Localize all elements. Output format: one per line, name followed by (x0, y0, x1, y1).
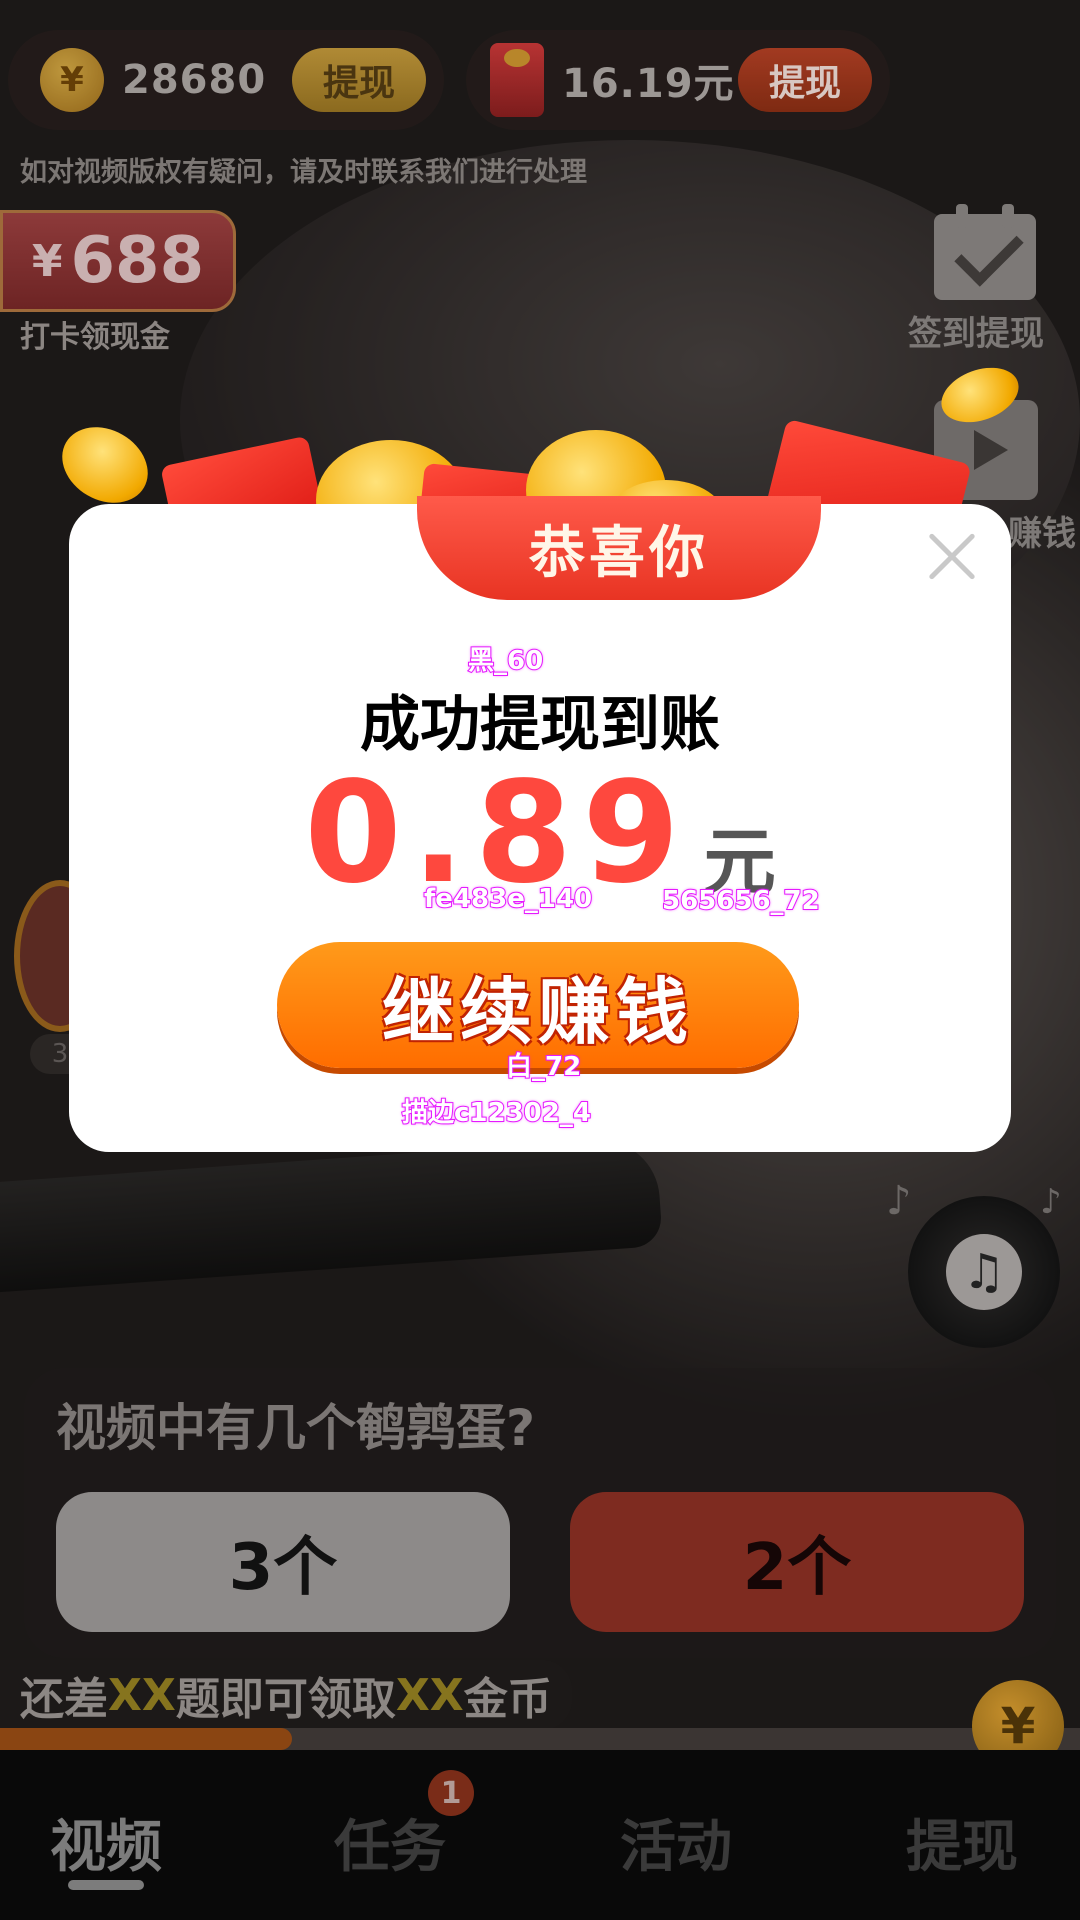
coin-balance-pill: ¥ 28680 提现 (8, 30, 444, 130)
close-icon[interactable] (925, 530, 977, 582)
progress-hint: 还差 XX 题即可领取 XX 金币 (0, 1660, 572, 1730)
progress-middle: 题即可领取 (175, 1674, 396, 1725)
checkin-cash-badge[interactable]: ¥ 688 (0, 210, 236, 312)
progress-fill (0, 1728, 292, 1750)
coin-withdraw-button[interactable]: 提现 (292, 48, 426, 112)
amount-row: 0.89 元 (69, 764, 1011, 904)
progress-bar (0, 1728, 1080, 1750)
signin-withdraw-label[interactable]: 签到提现 (908, 306, 1044, 355)
quiz-option-a[interactable]: 3个 (56, 1492, 510, 1632)
quiz-panel: 视频中有几个鹌鹑蛋? 3个 2个 (24, 1368, 1056, 1658)
currency-symbol: ¥ (31, 235, 63, 287)
annotation-unit-style: 565656_72 (661, 885, 821, 917)
nav-tab-video[interactable]: 视频 (6, 1802, 206, 1883)
nav-active-indicator (68, 1880, 144, 1890)
quiz-option-b[interactable]: 2个 (570, 1492, 1024, 1632)
calendar-check-icon[interactable] (934, 204, 1036, 300)
cash-balance-pill: 16.19元 提现 (466, 30, 890, 130)
cash-withdraw-button[interactable]: 提现 (738, 48, 872, 112)
tasks-badge: 1 (428, 1770, 474, 1816)
earn-money-label[interactable]: 赚钱 (1008, 506, 1076, 555)
nav-tab-withdraw[interactable]: 提现 (862, 1802, 1062, 1883)
music-note-icon: ♪ (886, 1178, 912, 1224)
music-note-icon: ♪ (1040, 1182, 1062, 1222)
progress-count: XX (108, 1669, 176, 1721)
red-envelope-icon (490, 43, 544, 117)
annotation-button-stroke-style: 描边c12302_4 (401, 1097, 592, 1129)
music-disc[interactable]: ♫ (908, 1196, 1060, 1348)
annotation-button-text-style: 白_72 (505, 1051, 582, 1083)
progress-suffix: 金币 (463, 1674, 552, 1725)
annotation-amount-style: fe483e_140 (423, 883, 593, 915)
congrats-title: 恭喜你 (529, 520, 709, 586)
progress-prefix: 还差 (20, 1674, 108, 1725)
nav-tab-activity[interactable]: 活动 (576, 1802, 776, 1883)
progress-reward: XX (395, 1669, 464, 1721)
dialog-title: 成功提现到账 (360, 690, 720, 760)
coin-icon: ¥ (40, 48, 104, 112)
quiz-question: 视频中有几个鹌鹑蛋? (56, 1399, 536, 1457)
bottom-navigation: 视频 任务 1 活动 提现 (0, 1750, 1080, 1920)
checkin-label: 打卡领现金 (20, 320, 170, 355)
cash-balance: 16.19元 (562, 61, 735, 107)
checkin-amount: 688 (70, 224, 205, 298)
annotation-title-style: 黑_60 (467, 645, 544, 677)
congrats-ribbon: 恭喜你 (417, 496, 821, 600)
withdraw-amount: 0.89 (304, 752, 690, 915)
continue-earning-label: 继续赚钱 (381, 969, 694, 1054)
copyright-notice: 如对视频版权有疑问，请及时联系我们进行处理 (20, 157, 587, 188)
music-note-icon: ♫ (946, 1234, 1022, 1310)
coin-balance: 28680 (122, 57, 267, 103)
